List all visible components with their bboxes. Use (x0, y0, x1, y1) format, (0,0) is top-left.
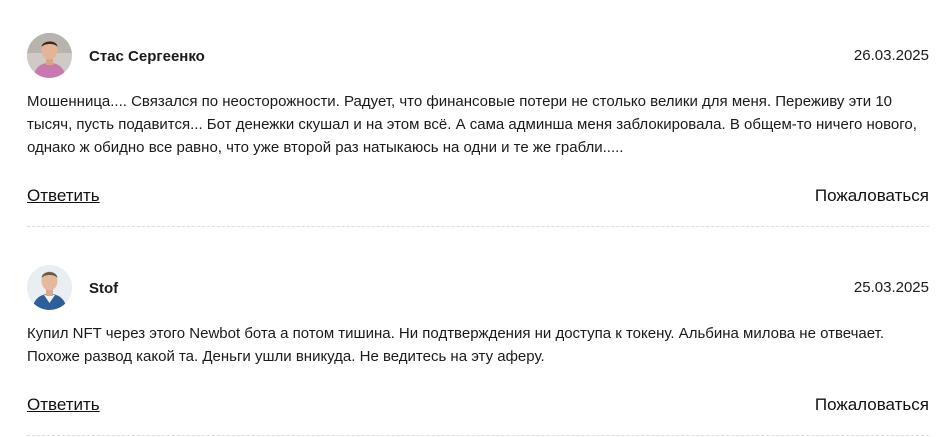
comment-date: 25.03.2025 (853, 279, 929, 296)
reply-link[interactable]: Ответить (27, 185, 100, 207)
comments-list: Стас Сергеенко 26.03.2025 Мошенница.... … (0, 0, 940, 437)
comment-actions: Ответить Пожаловаться (27, 394, 929, 418)
comment-author: Стас Сергеенко (89, 48, 205, 65)
comment-header: Stof 25.03.2025 (27, 265, 929, 311)
avatar (27, 265, 72, 310)
comment-item: Stof 25.03.2025 Купил NFT через этого Ne… (27, 265, 929, 418)
reply-link[interactable]: Ответить (27, 394, 100, 416)
report-link[interactable]: Пожаловаться (815, 185, 929, 207)
comment-item: Стас Сергеенко 26.03.2025 Мошенница.... … (27, 33, 929, 209)
comment-header: Стас Сергеенко 26.03.2025 (27, 33, 929, 79)
comment-divider (27, 226, 929, 227)
comment-divider (27, 435, 929, 436)
avatar (27, 33, 72, 78)
comment-text: Купил NFT через этого Newbot бота а пото… (27, 325, 884, 365)
report-link[interactable]: Пожаловаться (815, 394, 929, 416)
comment-actions: Ответить Пожаловаться (27, 185, 929, 209)
comment-date: 26.03.2025 (853, 47, 929, 64)
comment-author: Stof (89, 280, 119, 297)
comment-text: Мошенница.... Связался по неосторожности… (27, 93, 917, 156)
